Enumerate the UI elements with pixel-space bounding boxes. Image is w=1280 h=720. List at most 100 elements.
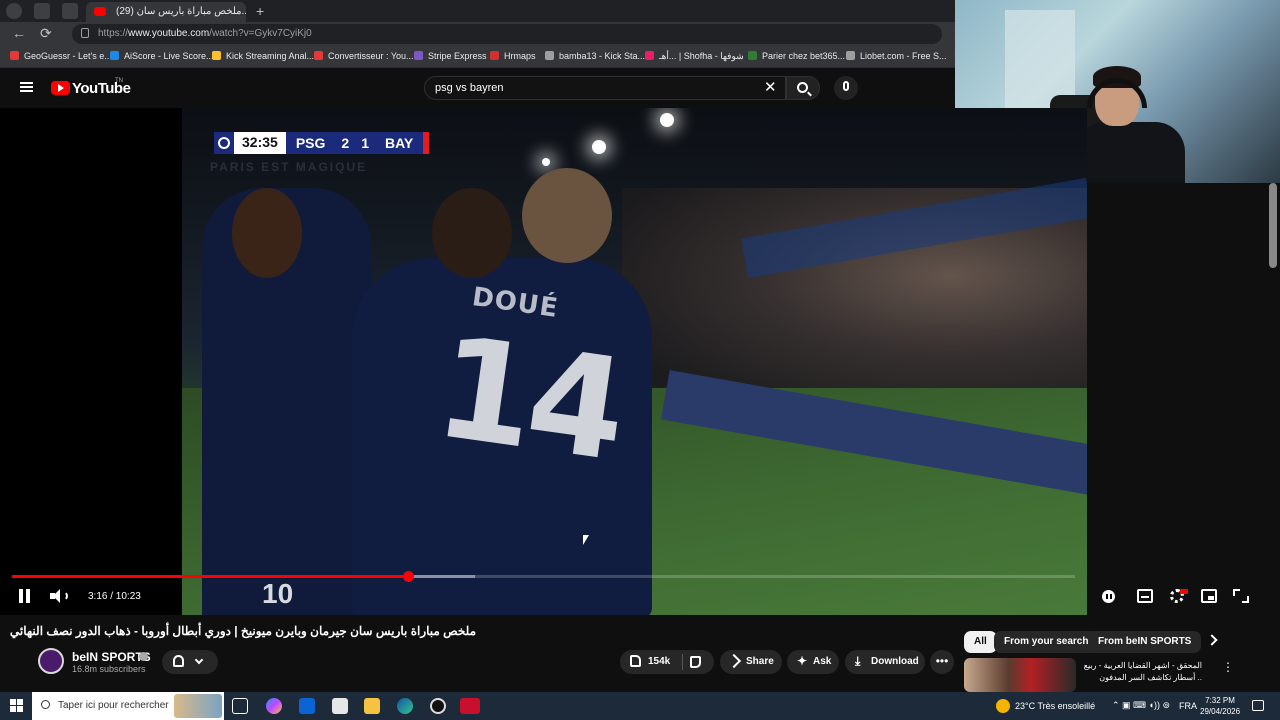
thumbs-down-icon[interactable]	[690, 656, 701, 668]
share-arrow-icon	[726, 653, 742, 669]
bookmark-item[interactable]: AiScore - Live Score...	[110, 51, 214, 61]
shorts-number: 10	[262, 578, 294, 609]
notifications-icon[interactable]	[1252, 700, 1264, 711]
like-count[interactable]: 154k	[648, 656, 670, 667]
sparkle-icon: ✦	[797, 654, 808, 668]
bookmark-label: Parier chez bet365...	[762, 51, 846, 61]
bookmark-item[interactable]: Liobet.com - Free S...	[846, 51, 947, 61]
taskbar-search-box[interactable]: Taper ici pour rechercher	[32, 692, 224, 720]
progress-scrubber[interactable]	[402, 571, 414, 582]
clear-search-icon[interactable]: ✕	[764, 78, 777, 96]
input-language[interactable]: FRA	[1179, 701, 1197, 711]
browser-app-icon[interactable]	[430, 698, 446, 714]
bookmark-label: Hrmaps	[504, 51, 536, 61]
related-video-thumbnail[interactable]	[964, 658, 1076, 692]
volume-icon[interactable]	[50, 589, 68, 603]
bookmark-item[interactable]: Kick Streaming Anal...	[212, 51, 314, 61]
search-button[interactable]	[786, 76, 820, 100]
bookmark-item[interactable]: Parier chez bet365...	[748, 51, 845, 61]
miniplayer-icon[interactable]	[1201, 589, 1217, 603]
menu-hamburger-icon[interactable]	[20, 82, 33, 92]
file-explorer-icon[interactable]	[364, 698, 380, 714]
new-tab-icon[interactable]: +	[256, 3, 264, 19]
progress-bar[interactable]	[12, 571, 1075, 582]
youtube-logo-icon[interactable]	[51, 81, 70, 95]
workspaces-icon[interactable]	[34, 3, 50, 19]
related-video-title[interactable]: المحقق - اشهر القضايا العربية - ربيع .. …	[1078, 660, 1202, 684]
download-arrow-icon: ⤓	[855, 654, 861, 668]
search-highlight-image	[174, 694, 222, 718]
tab-actions-icon[interactable]	[62, 3, 78, 19]
url-host: www.youtube.com	[128, 28, 210, 39]
store-icon[interactable]	[332, 698, 348, 714]
address-bar[interactable]: https://www.youtube.com/watch?v=Gykv7Cyi…	[72, 24, 942, 44]
pause-icon[interactable]	[18, 589, 32, 603]
mail-icon[interactable]	[299, 698, 315, 714]
bookmark-label: أهـ... | Shofha - شوفها	[659, 51, 744, 61]
bookmark-label: GeoGuessr - Let's e...	[24, 51, 112, 61]
browser-toolbar: ← ⟳ https://www.youtube.com/watch?v=Gykv…	[0, 22, 955, 46]
search-input[interactable]: psg vs bayren	[424, 76, 786, 100]
bookmark-favicon-icon	[545, 51, 554, 60]
bookmark-item[interactable]: أهـ... | Shofha - شوفها	[645, 51, 744, 62]
bookmark-label: bamba13 - Kick Sta...	[559, 51, 646, 61]
page-scrollbar[interactable]	[1269, 183, 1277, 268]
home-score: 2	[341, 135, 350, 151]
bookmark-item[interactable]: Convertisseur : You...	[314, 51, 414, 61]
profile-icon[interactable]	[6, 3, 22, 19]
share-button[interactable]: Share	[720, 650, 782, 674]
champions-league-icon	[214, 132, 234, 154]
bookmark-item[interactable]: Stripe Express	[414, 51, 487, 61]
lock-icon	[81, 28, 89, 38]
search-icon	[797, 82, 808, 93]
fullscreen-icon[interactable]	[1233, 589, 1249, 603]
subscribed-notification-button[interactable]	[162, 650, 218, 674]
chip-from-your-search[interactable]: From your search	[994, 631, 1099, 653]
subscriber-count: 16.8m subscribers	[72, 664, 146, 674]
chip-from-channel[interactable]: From beIN SPORTS	[1088, 631, 1202, 653]
voice-search-button[interactable]	[834, 76, 858, 100]
bookmark-label: AiScore - Live Score...	[124, 51, 214, 61]
reload-icon[interactable]: ⟳	[40, 25, 52, 42]
youtube-region-code: TN	[115, 78, 123, 84]
tab-title: (29) ملخص مباراة باريس سان...	[116, 6, 246, 17]
autoplay-toggle-icon[interactable]	[1102, 590, 1115, 603]
chip-all[interactable]: All	[964, 631, 997, 653]
copilot-icon[interactable]	[266, 698, 282, 714]
download-button[interactable]: ⤓ Download	[845, 650, 925, 674]
bookmark-item[interactable]: bamba13 - Kick Sta...	[545, 51, 645, 61]
played-bar	[12, 575, 408, 578]
share-label: Share	[746, 656, 774, 667]
video-player[interactable]: DOUÉ 14 10 32:35 PSG 2 1 BAY PARIS EST M…	[0, 108, 1087, 615]
windows-start-icon[interactable]	[10, 699, 23, 712]
url-scheme: https://	[98, 28, 129, 39]
system-tray-icons[interactable]: ⌃ ▣ ⌨ ◖)) ⊚	[1112, 700, 1170, 711]
floodlight	[660, 113, 674, 127]
mouse-cursor-icon	[583, 535, 589, 545]
vertical-dots-icon[interactable]: ⋮	[1222, 660, 1234, 674]
edge-icon[interactable]	[397, 698, 413, 714]
bookmark-item[interactable]: Hrmaps	[490, 51, 536, 61]
more-actions-icon[interactable]: •••	[930, 650, 954, 674]
ask-button[interactable]: ✦ Ask	[787, 650, 839, 674]
bookmark-item[interactable]: GeoGuessr - Let's e...	[10, 51, 112, 61]
taskbar-clock[interactable]: 7:32 PM 29/04/2026	[1200, 695, 1240, 717]
footballer-back-head	[432, 188, 512, 278]
browser-tab-active[interactable]: (29) ملخص مباراة باريس سان...	[86, 2, 246, 22]
download-label: Download	[871, 656, 919, 667]
weather-sun-icon[interactable]	[996, 699, 1010, 713]
task-view-icon[interactable]	[232, 698, 248, 714]
webcam-streamer-body	[1075, 122, 1185, 183]
video-frame[interactable]: DOUÉ 14 10	[182, 108, 1087, 615]
pinned-app-icon[interactable]	[460, 698, 480, 714]
clock-date: 29/04/2026	[1200, 707, 1241, 716]
away-team: BAY	[384, 135, 414, 151]
thumbs-up-icon[interactable]	[630, 655, 641, 667]
channel-avatar[interactable]	[38, 648, 64, 674]
bookmark-favicon-icon	[846, 51, 855, 60]
subtitles-icon[interactable]	[1137, 589, 1153, 603]
bookmark-favicon-icon	[212, 51, 221, 60]
back-arrow-icon[interactable]: ←	[12, 25, 26, 41]
taskbar-weather[interactable]: 23°C Très ensoleillé	[1015, 701, 1095, 711]
chevron-right-icon[interactable]	[1206, 634, 1218, 646]
